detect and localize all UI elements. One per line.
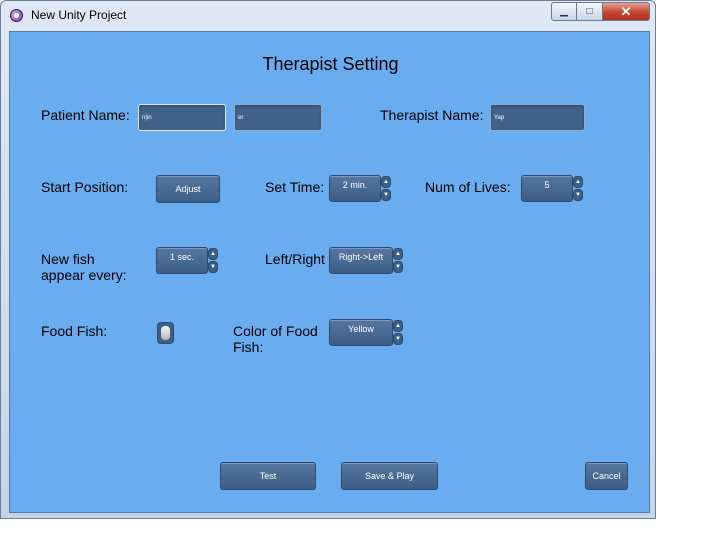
food-color-down-button[interactable]: ▼ xyxy=(393,333,403,345)
adjust-button[interactable]: Adjust xyxy=(156,175,220,203)
set-time-down-button[interactable]: ▼ xyxy=(381,189,391,201)
chevron-up-icon: ▲ xyxy=(395,251,401,257)
chevron-down-icon: ▼ xyxy=(210,264,216,270)
set-time-label: Set Time: xyxy=(265,179,325,195)
chevron-down-icon: ▼ xyxy=(395,336,401,342)
fish-interval-value: 1 sec. xyxy=(156,247,208,274)
food-color-label-line2: Fish: xyxy=(233,339,264,355)
food-fish-toggle[interactable] xyxy=(157,322,174,344)
test-button[interactable]: Test xyxy=(220,462,316,490)
chevron-up-icon: ▲ xyxy=(210,251,216,257)
settings-panel: Therapist Setting Patient Name: n|in er … xyxy=(9,31,650,513)
page-title: Therapist Setting xyxy=(262,54,399,74)
food-color-value: Yellow xyxy=(329,319,393,346)
fish-interval-down-button[interactable]: ▼ xyxy=(208,261,218,273)
maximize-button[interactable]: □ xyxy=(577,2,603,21)
food-fish-label: Food Fish: xyxy=(41,323,108,339)
chevron-down-icon: ▼ xyxy=(575,192,581,198)
chevron-up-icon: ▲ xyxy=(575,179,581,185)
patient-last-name-input[interactable]: er xyxy=(234,104,322,131)
num-lives-up-button[interactable]: ▲ xyxy=(573,176,583,188)
patient-name-label: Patient Name: xyxy=(41,107,130,123)
set-time-up-button[interactable]: ▲ xyxy=(381,176,391,188)
chevron-up-icon: ▲ xyxy=(395,323,401,329)
app-window: New Unity Project ▁ □ ✕ Therapist Settin… xyxy=(0,0,656,519)
window-controls: ▁ □ ✕ xyxy=(551,2,650,21)
save-and-play-button[interactable]: Save & Play xyxy=(341,462,438,490)
food-color-label-line1: Color of Food xyxy=(233,323,318,339)
window-title: New Unity Project xyxy=(31,8,127,22)
num-lives-value: 5 xyxy=(521,175,573,202)
fish-interval-up-button[interactable]: ▲ xyxy=(208,248,218,260)
fish-interval-label-line1: New fish xyxy=(41,251,95,267)
minimize-button[interactable]: ▁ xyxy=(551,2,577,21)
unity-app-icon xyxy=(10,9,23,22)
therapist-name-label: Therapist Name: xyxy=(380,107,484,123)
title-bar[interactable]: New Unity Project ▁ □ ✕ xyxy=(1,1,655,31)
fish-interval-label-line2: appear every: xyxy=(41,267,127,283)
num-lives-down-button[interactable]: ▼ xyxy=(573,189,583,201)
food-color-up-button[interactable]: ▲ xyxy=(393,320,403,332)
patient-first-name-input[interactable]: n|in xyxy=(138,104,226,131)
chevron-up-icon: ▲ xyxy=(383,179,389,185)
cancel-button[interactable]: Cancel xyxy=(585,462,628,490)
set-time-value: 2 min. xyxy=(329,175,381,202)
left-right-down-button[interactable]: ▼ xyxy=(393,261,403,273)
close-button[interactable]: ✕ xyxy=(603,2,650,21)
minimize-icon: ▁ xyxy=(560,6,568,17)
maximize-icon: □ xyxy=(586,6,593,17)
left-right-label: Left/Right xyxy=(265,251,325,267)
start-position-label: Start Position: xyxy=(41,179,129,195)
left-right-value: Right->Left xyxy=(329,247,393,274)
chevron-down-icon: ▼ xyxy=(395,264,401,270)
chevron-down-icon: ▼ xyxy=(383,192,389,198)
therapist-name-input[interactable]: Yap xyxy=(490,104,585,131)
num-lives-label: Num of Lives: xyxy=(425,179,511,195)
left-right-up-button[interactable]: ▲ xyxy=(393,248,403,260)
close-icon: ✕ xyxy=(620,3,632,19)
